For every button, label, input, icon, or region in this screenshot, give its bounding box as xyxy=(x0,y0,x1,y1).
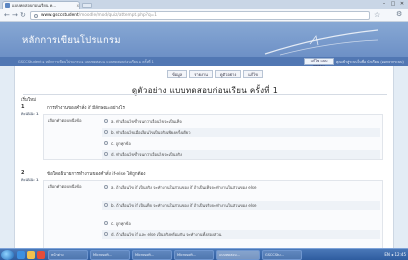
url-input[interactable]: www.gsccstudent/moodle/mod/quiz/attempt.… xyxy=(30,11,370,20)
forward-icon[interactable]: → xyxy=(12,12,18,19)
answer-option[interactable]: b. ทำเงื่อนไขเมื่อเงื่อนไขเป็นจริงเพียงค… xyxy=(102,128,380,137)
radio-button[interactable] xyxy=(104,202,108,207)
answer-option[interactable]: b. ถ้าเงื่อนไข if เป็นเท็จ จะทำงานในส่วน… xyxy=(102,201,380,210)
taskbar-item[interactable]: แบบทดสอบ... xyxy=(216,250,260,260)
minimize-button[interactable]: – xyxy=(380,1,388,7)
media-icon[interactable] xyxy=(37,251,45,259)
site-info-icon[interactable] xyxy=(34,14,38,18)
system-tray-clock[interactable]: EN ◂ 12:45 xyxy=(384,251,406,259)
option-text: a. ทำเงื่อนไขซ้ำจนกว่าเงื่อนไขจะเป็นเท็จ xyxy=(111,119,182,124)
answer-box: เลือกคำตอบหนึ่งข้อ a. ทำเงื่อนไขซ้ำจนกว่… xyxy=(43,114,383,160)
maximize-button[interactable]: □ xyxy=(389,1,397,7)
question-marks: คะแนน: 1 xyxy=(21,177,39,182)
radio-button[interactable] xyxy=(104,151,108,156)
browser-tabbar: แบบทดสอบก่อนเรียน ค... x – □ ✕ xyxy=(0,0,408,9)
start-again-label[interactable]: เริ่มใหม่ xyxy=(21,96,36,103)
quiz-content: ข้อมูล รายงาน ดูตัวอย่าง แก้ไข ดูตัวอย่า… xyxy=(14,66,394,248)
bookmark-star-icon[interactable]: ☆ xyxy=(374,12,380,19)
url-domain: www.gsccstudent xyxy=(41,13,79,18)
option-text: d. ทำเงื่อนไขซ้ำจนกว่าเงื่อนไขจะเป็นจริง xyxy=(111,152,182,157)
radio-button[interactable] xyxy=(104,184,108,189)
option-text: a. ถ้าเงื่อนไข if เป็นจริง จะทำงานในส่วน… xyxy=(111,185,257,190)
course-title: หลักการเขียนโปรแกรม xyxy=(22,35,121,46)
tab-preview[interactable]: ดูตัวอย่าง xyxy=(214,70,242,78)
answer-option[interactable]: c. ถูกทุกข้อ xyxy=(102,219,380,228)
answer-prompt: เลือกคำตอบหนึ่งข้อ xyxy=(48,118,82,123)
answer-option[interactable]: d. ทำเงื่อนไขซ้ำจนกว่าเงื่อนไขจะเป็นจริง xyxy=(102,150,380,159)
option-text: b. ทำเงื่อนไขเมื่อเงื่อนไขเป็นจริงเพียงค… xyxy=(111,130,191,135)
reload-icon[interactable]: ↻ xyxy=(20,12,26,19)
question-text: การทำงานของคำสั่ง if มีลักษณะอย่างไร xyxy=(47,106,125,111)
new-tab-button[interactable] xyxy=(82,3,92,8)
answer-option[interactable]: d. ถ้าเงื่อนไข if และ else เป็นจริงพร้อม… xyxy=(102,230,380,239)
back-icon[interactable]: ← xyxy=(4,12,10,19)
address-bar: ← → ↻ www.gsccstudent/moodle/mod/quiz/at… xyxy=(0,9,408,22)
site-banner: หลักการเขียนโปรแกรม xyxy=(0,22,408,57)
browser-tab[interactable]: แบบทดสอบก่อนเรียน ค... x xyxy=(2,1,80,9)
radio-button[interactable] xyxy=(104,118,108,123)
question-number: 2 xyxy=(21,170,25,176)
breadcrumb[interactable]: GSCCStudent ▸ หลักการเขียนโปรแกรม ▸ แบบท… xyxy=(18,59,154,65)
option-text: b. ถ้าเงื่อนไข if เป็นเท็จ จะทำงานในส่วน… xyxy=(111,203,257,208)
answer-prompt: เลือกคำตอบหนึ่งข้อ xyxy=(48,184,82,189)
answer-option[interactable]: a. ทำเงื่อนไขซ้ำจนกว่าเงื่อนไขจะเป็นเท็จ xyxy=(102,117,380,126)
taskbar-item[interactable]: GSCCStu... xyxy=(262,250,302,260)
divider xyxy=(23,94,387,95)
taskbar-item[interactable]: Microsoft... xyxy=(132,250,172,260)
option-text: c. ถูกทุกข้อ xyxy=(111,221,131,226)
web-page: หลักการเขียนโปรแกรม GSCCStudent ▸ หลักกา… xyxy=(0,22,408,248)
favicon-icon xyxy=(5,3,10,8)
option-text: c. ถูกทุกข้อ xyxy=(111,141,131,146)
radio-button[interactable] xyxy=(104,231,108,236)
edit-quiz-button[interactable]: แก้ไข แบบทดสอบ xyxy=(304,58,334,68)
page-title: ดูตัวอย่าง แบบทดสอบก่อนเรียน ครั้งที่ 1 xyxy=(131,86,279,95)
radio-button[interactable] xyxy=(104,129,108,134)
tab-title: แบบทดสอบก่อนเรียน ค... xyxy=(12,3,57,8)
option-text: d. ถ้าเงื่อนไข if และ else เป็นจริงพร้อม… xyxy=(111,232,222,237)
navigation-bar: GSCCStudent ▸ หลักการเขียนโปรแกรม ▸ แบบท… xyxy=(0,57,408,68)
wrench-menu-icon[interactable]: ⚙ xyxy=(396,11,402,18)
quiz-tabs: ข้อมูล รายงาน ดูตัวอย่าง แก้ไข xyxy=(167,70,264,78)
question-marks: คะแนน: 1 xyxy=(21,111,39,116)
radio-button[interactable] xyxy=(104,220,108,225)
close-window-button[interactable]: ✕ xyxy=(398,1,406,7)
answer-option[interactable]: a. ถ้าเงื่อนไข if เป็นจริง จะทำงานในส่วน… xyxy=(102,183,380,192)
url-path: /moodle/mod/quiz/attempt.php?q=1 xyxy=(78,13,158,18)
question-number: 1 xyxy=(21,104,25,110)
taskbar-item[interactable]: Microsoft... xyxy=(90,250,130,260)
tab-reports[interactable]: รายงาน xyxy=(189,70,213,78)
start-button[interactable] xyxy=(1,250,14,260)
taskbar: หน้าต่าง Microsoft... Microsoft... Micro… xyxy=(0,248,408,260)
taskbar-item[interactable]: Microsoft... xyxy=(174,250,214,260)
answer-box: เลือกคำตอบหนึ่งข้อ a. ถ้าเงื่อนไข if เป็… xyxy=(43,180,383,248)
ie-icon[interactable] xyxy=(17,251,25,259)
banner-swoosh-graphic xyxy=(264,29,379,56)
taskbar-item[interactable]: หน้าต่าง xyxy=(48,250,88,260)
tab-info[interactable]: ข้อมูล xyxy=(167,70,188,78)
tab-edit[interactable]: แก้ไข xyxy=(243,70,264,78)
answer-option[interactable]: c. ถูกทุกข้อ xyxy=(102,139,380,148)
folder-icon[interactable] xyxy=(27,251,35,259)
user-login-info[interactable]: คุณเข้าสู่ระบบในชื่อ นักเรียน (ออกจากระบ… xyxy=(336,59,404,65)
radio-button[interactable] xyxy=(104,140,108,145)
tab-close-icon[interactable]: x xyxy=(77,3,79,8)
question-text: ข้อใดอธิบายการทำงานของคำสั่ง if-else ได้… xyxy=(47,172,146,177)
